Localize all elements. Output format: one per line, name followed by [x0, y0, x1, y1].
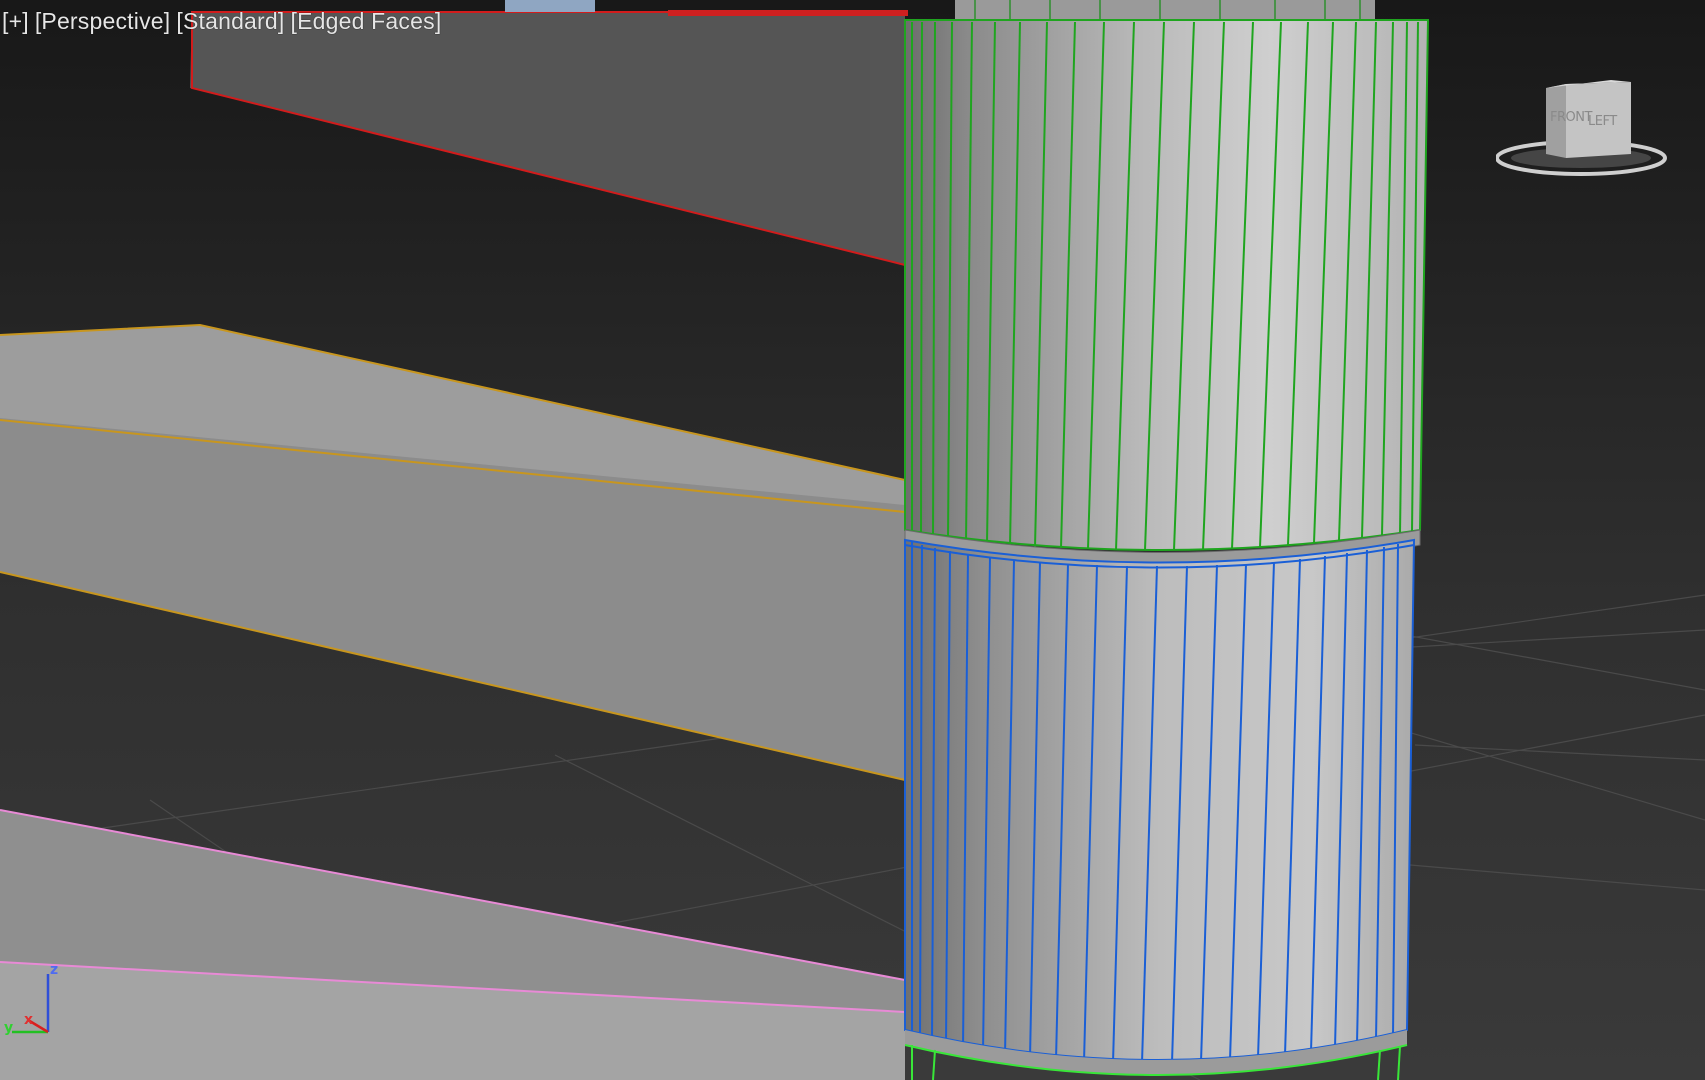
x-axis-label: x — [24, 1012, 34, 1028]
viewport-scene[interactable] — [0, 0, 1705, 1080]
z-axis-label: z — [50, 962, 59, 978]
viewcube-icon — [1495, 80, 1667, 176]
y-axis-label: y — [4, 1020, 14, 1036]
viewport-general-menu[interactable]: [+] — [2, 8, 29, 35]
viewport-label-menu: [+] [Perspective] [Standard] [Edged Face… — [2, 8, 441, 35]
viewcube[interactable]: FRONT LEFT — [1495, 80, 1672, 180]
axis-tripod: z x y — [2, 962, 62, 1038]
viewcube-left-label[interactable]: LEFT — [1588, 114, 1617, 129]
blue-cylinder-object — [904, 538, 1416, 1064]
cylinder-top-stub — [955, 0, 1375, 20]
viewport-shading-menu[interactable]: [Standard] — [176, 8, 284, 35]
green-cylinder-object — [904, 19, 1430, 551]
viewport-display-mode-menu[interactable]: [Edged Faces] — [291, 8, 442, 35]
perspective-viewport[interactable]: [+] [Perspective] [Standard] [Edged Face… — [0, 0, 1705, 1080]
viewcube-front-label[interactable]: FRONT — [1550, 110, 1592, 125]
viewport-point-of-view-menu[interactable]: [Perspective] — [35, 8, 171, 35]
